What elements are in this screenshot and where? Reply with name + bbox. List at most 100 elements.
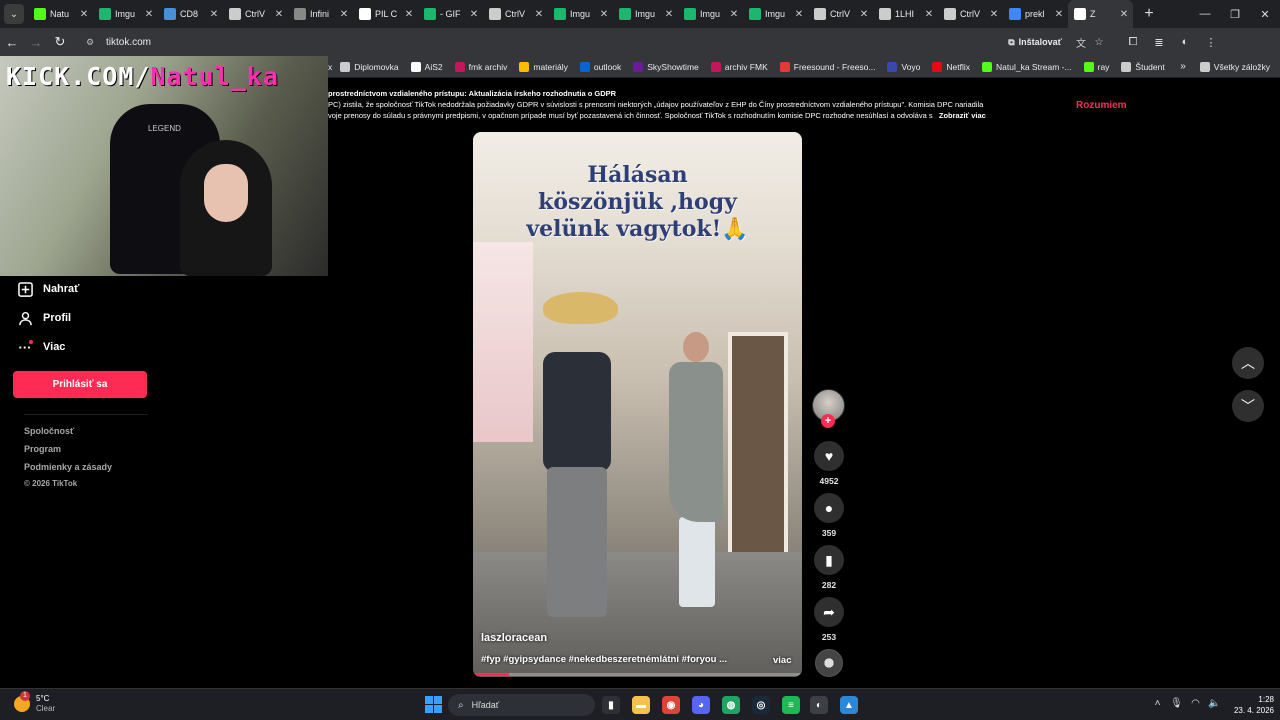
gdpr-show-more-link[interactable]: Zobraziť viac: [939, 111, 986, 120]
browser-tab[interactable]: CD8 ✕: [158, 0, 223, 28]
follow-plus-icon[interactable]: +: [821, 414, 835, 428]
music-disc-icon[interactable]: [815, 649, 843, 677]
whatsapp-icon[interactable]: ◍: [722, 696, 740, 714]
photos-icon[interactable]: ▲: [840, 696, 858, 714]
sidebar-item-more[interactable]: ··· Viac: [16, 338, 66, 356]
volume-icon[interactable]: 🔈: [1205, 698, 1224, 709]
close-tab-icon[interactable]: ✕: [274, 9, 284, 20]
install-app-button[interactable]: ⧉ Inštalovať: [1008, 37, 1062, 48]
restore-icon[interactable]: ❐: [1220, 8, 1250, 21]
url-field[interactable]: ⚙ tiktok.com ⧉ Inštalovať 文 ☆: [78, 31, 1108, 53]
video-author-link[interactable]: laszloracean: [481, 632, 547, 644]
task-view-icon[interactable]: ▮: [602, 696, 620, 714]
bookmark-item[interactable]: Voyo: [887, 61, 920, 72]
bookmark-item[interactable]: archiv FMK: [710, 61, 768, 72]
new-tab-icon[interactable]: +: [1137, 5, 1161, 23]
previous-video-button[interactable]: ︿: [1232, 347, 1264, 379]
bookmark-item[interactable]: fmk archiv: [454, 61, 507, 72]
sidebar-item-upload[interactable]: Nahrať: [16, 280, 79, 298]
browser-menu-icon[interactable]: ⋮: [1198, 36, 1224, 49]
close-tab-icon[interactable]: ✕: [924, 9, 934, 20]
taskbar-search-field[interactable]: ⌕ Hľadať: [448, 694, 595, 716]
close-tab-icon[interactable]: ✕: [534, 9, 544, 20]
browser-tab[interactable]: CtrlV ✕: [808, 0, 873, 28]
minimize-icon[interactable]: —: [1190, 8, 1220, 21]
close-tab-icon[interactable]: ✕: [79, 9, 89, 20]
close-tab-icon[interactable]: ✕: [729, 9, 739, 20]
bookmark-star-icon[interactable]: ☆: [1090, 37, 1108, 48]
browser-tab[interactable]: - GIF ✕: [418, 0, 483, 28]
footer-link-terms[interactable]: Podmienky a zásady: [24, 462, 112, 472]
close-tab-icon[interactable]: ✕: [664, 9, 674, 20]
media-controls-icon[interactable]: ≣: [1146, 36, 1172, 49]
comment-button[interactable]: ●: [814, 493, 844, 523]
extensions-icon[interactable]: ⧠: [1120, 36, 1146, 49]
bookmark-item[interactable]: materiály: [519, 61, 568, 72]
wifi-icon[interactable]: ◠: [1186, 698, 1205, 709]
footer-link-program[interactable]: Program: [24, 444, 61, 454]
sidebar-item-profile[interactable]: Profil: [16, 309, 71, 327]
spotify-icon[interactable]: ≡: [782, 696, 800, 714]
video-player[interactable]: Hálásan köszönjük ,hogy velünk vagytok!🙏…: [473, 132, 802, 677]
file-explorer-icon[interactable]: ▬: [632, 696, 650, 714]
tab-search-icon[interactable]: ⌄: [4, 4, 24, 24]
browser-tab[interactable]: 1LHI ✕: [873, 0, 938, 28]
browser-tab[interactable]: Z ✕: [1068, 0, 1133, 28]
login-button[interactable]: Prihlásiť sa: [13, 371, 147, 398]
all-bookmarks-button[interactable]: Všetky záložky: [1199, 61, 1270, 72]
bookmark-item[interactable]: Netflix: [932, 61, 970, 72]
steam-icon[interactable]: ◎: [752, 696, 770, 714]
translate-icon[interactable]: 文: [1072, 35, 1090, 50]
close-tab-icon[interactable]: ✕: [209, 9, 219, 20]
chrome-icon[interactable]: ◉: [662, 696, 680, 714]
video-more-link[interactable]: viac: [773, 655, 792, 666]
gdpr-accept-button[interactable]: Rozumiem: [1076, 100, 1127, 111]
bookmark-item[interactable]: Študent: [1121, 61, 1165, 72]
bookmark-item[interactable]: Natul_ka Stream -...: [982, 61, 1072, 72]
close-tab-icon[interactable]: ✕: [1054, 9, 1064, 20]
close-tab-icon[interactable]: ✕: [794, 9, 804, 20]
close-tab-icon[interactable]: ✕: [144, 9, 154, 20]
forward-icon[interactable]: →: [24, 35, 48, 50]
browser-tab[interactable]: Imgu ✕: [548, 0, 613, 28]
close-tab-icon[interactable]: ✕: [1119, 9, 1129, 20]
back-icon[interactable]: ←: [0, 35, 24, 50]
discord-icon[interactable]: ◕: [692, 696, 710, 714]
profile-avatar-icon[interactable]: ◐: [1172, 36, 1198, 49]
video-progress-bar[interactable]: [473, 673, 802, 676]
browser-tab[interactable]: Infini ✕: [288, 0, 353, 28]
browser-tab[interactable]: Imgu ✕: [613, 0, 678, 28]
reload-icon[interactable]: ↻: [48, 34, 72, 50]
close-window-icon[interactable]: ✕: [1250, 8, 1280, 21]
browser-tab[interactable]: CtrlV ✕: [938, 0, 1003, 28]
video-hashtags[interactable]: #fyp #gyipsydance #nekedbeszeretnémlátni…: [481, 654, 741, 665]
browser-tab[interactable]: Imgu ✕: [743, 0, 808, 28]
next-video-button[interactable]: ﹀: [1232, 390, 1264, 422]
browser-tab[interactable]: PIL C ✕: [353, 0, 418, 28]
browser-tab[interactable]: CtrlV ✕: [223, 0, 288, 28]
footer-link-company[interactable]: Spoločnosť: [24, 426, 74, 436]
save-button[interactable]: ▮: [814, 545, 844, 575]
bookmark-item[interactable]: AiS2: [410, 61, 443, 72]
bookmark-item[interactable]: ray: [1083, 61, 1109, 72]
close-tab-icon[interactable]: ✕: [339, 9, 349, 20]
browser-tab[interactable]: Imgu ✕: [678, 0, 743, 28]
tray-overflow-icon[interactable]: ˄: [1148, 698, 1167, 709]
windows-start-icon[interactable]: [425, 696, 442, 713]
close-tab-icon[interactable]: ✕: [469, 9, 479, 20]
browser-tab[interactable]: CtrlV ✕: [483, 0, 548, 28]
taskbar-clock[interactable]: 1:28 23. 4. 2026: [1226, 694, 1274, 716]
bookmark-item[interactable]: SkyShowtime: [633, 61, 699, 72]
bookmark-item[interactable]: outlook: [579, 61, 621, 72]
browser-tab[interactable]: Natu ✕: [28, 0, 93, 28]
close-tab-icon[interactable]: ✕: [599, 9, 609, 20]
bookmark-item[interactable]: Diplomovka: [340, 61, 399, 72]
microphone-icon[interactable]: 🎙: [1167, 698, 1186, 709]
site-info-icon[interactable]: ⚙: [86, 37, 100, 48]
like-button[interactable]: ♥: [814, 441, 844, 471]
browser-tab[interactable]: prekl ✕: [1003, 0, 1068, 28]
obs-icon[interactable]: ◐: [810, 696, 828, 714]
bookmark-item[interactable]: Freesound - Freeso...: [779, 61, 875, 72]
close-tab-icon[interactable]: ✕: [859, 9, 869, 20]
share-button[interactable]: ➦: [814, 597, 844, 627]
